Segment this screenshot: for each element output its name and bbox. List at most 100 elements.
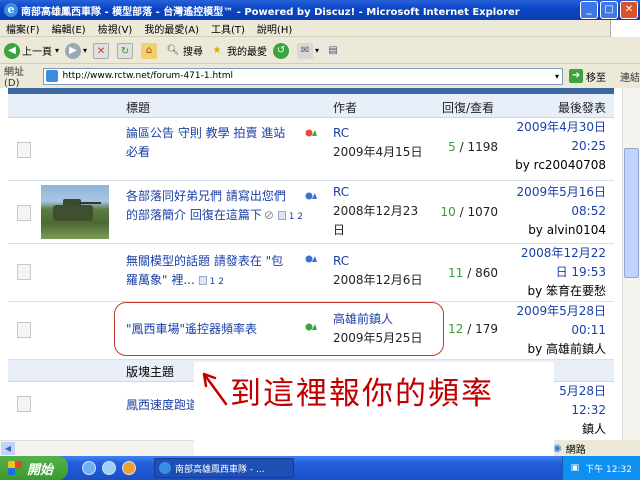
author-name-link[interactable]: RC	[333, 252, 422, 271]
toolbar: ◀ 上一頁 ▾ ▶ ▾ ✕ ↻ ⌂ 🔍︎ 搜尋 ★ 我的最愛 ↺ ✉ ▾ ▤	[0, 38, 640, 64]
search-button[interactable]: 🔍︎ 搜尋	[165, 43, 203, 59]
replies-views: 11 / 860	[428, 266, 498, 280]
page-icon	[46, 70, 59, 82]
status-zone: 網路	[565, 444, 586, 456]
thread-icon	[17, 396, 31, 412]
thread-title-line: "鳳西車場"遙控器頻率表	[126, 322, 258, 336]
forward-button[interactable]: ▶ ▾	[65, 42, 87, 59]
address-input[interactable]: http://www.rctw.net/forum-471-1.html ▾	[43, 67, 564, 85]
chevron-down-icon[interactable]: ▾	[83, 46, 87, 55]
header-replies-views: 回復/查看	[442, 101, 495, 115]
ie-quicklaunch-icon[interactable]	[82, 461, 96, 475]
reply-count: 11	[448, 266, 464, 280]
menu-tools[interactable]: 工具(T)	[211, 21, 245, 36]
last-post-by: by alvin0104	[528, 223, 606, 237]
last-post-date-link[interactable]: 2009年4月30日	[496, 118, 606, 137]
view-count: / 1198	[459, 140, 498, 154]
desktop-quicklaunch-icon[interactable]	[102, 461, 116, 475]
taskbar-window-button[interactable]: 南部高雄鳳西車隊 - ...	[154, 458, 294, 478]
thread-title-link[interactable]: 論區公告 守則 教學 拍賣 進站 必看	[126, 124, 285, 162]
menu-view[interactable]: 檢視(V)	[98, 21, 133, 36]
menu-edit[interactable]: 編輯(E)	[52, 21, 86, 36]
maximize-button[interactable]: □	[600, 1, 618, 19]
thread-title-link[interactable]: 各部落同好弟兄們 請寫出您們 的部落簡介 回復在這篇下 ⊘ 1 2	[126, 187, 303, 227]
table-header: 標題 作者 回復/查看 最後發表	[8, 94, 614, 118]
thread-author: RC 2008年12月23 日	[333, 183, 418, 240]
star-icon: ★	[212, 44, 222, 56]
last-post-time-link[interactable]: 08:52	[496, 202, 606, 221]
last-post-date-link[interactable]: 2008年12月22	[496, 244, 606, 263]
last-post-time-link[interactable]: 20:25	[496, 137, 606, 156]
mail-button[interactable]: ✉ ▾	[297, 42, 319, 59]
home-button[interactable]: ⌂	[141, 42, 159, 59]
ie-icon	[159, 462, 171, 474]
multipage-icon	[198, 276, 207, 285]
last-post-date-link[interactable]: 2009年5月16日	[496, 183, 606, 202]
print-button[interactable]: ▤	[325, 42, 343, 59]
view-count: / 1070	[459, 205, 498, 219]
scroll-left-arrow-icon[interactable]: ◀	[1, 442, 15, 455]
network-icon[interactable]: ▣	[571, 463, 580, 473]
last-post-time-link[interactable]: 日 19:53	[496, 263, 606, 282]
thread-title-line: 論區公告 守則 教學 拍賣 進站	[126, 126, 286, 140]
last-post-date-link[interactable]: 2009年5月28日	[496, 302, 606, 321]
go-arrow-icon: ➜	[569, 69, 584, 83]
stop-button[interactable]: ✕	[93, 42, 111, 59]
back-button[interactable]: ◀ 上一頁 ▾	[4, 42, 59, 59]
annotation-text: 到這裡報你的頻率	[230, 376, 494, 412]
internet-zone-icon: ◉	[553, 442, 562, 454]
history-button[interactable]: ↺	[273, 42, 291, 59]
post-date: 2009年5月25日	[333, 331, 423, 345]
last-post-time-link[interactable]: 00:11	[496, 321, 606, 340]
menu-bar: 檔案(F) 編輯(E) 檢視(V) 我的最愛(A) 工具(T) 說明(H)	[0, 20, 640, 37]
author-name-link[interactable]: 高雄前鎮人	[333, 310, 422, 329]
thread-title-link[interactable]: 鳳西速度跑道	[126, 396, 198, 415]
start-button[interactable]: 開始	[0, 456, 68, 480]
menu-file[interactable]: 檔案(F)	[6, 21, 40, 36]
vertical-scrollbar[interactable]	[622, 88, 640, 440]
thread-title-link[interactable]: 無關模型的話題 請發表在 "包 羅萬象" 裡... 1 2	[126, 252, 283, 292]
address-url: http://www.rctw.net/forum-471-1.html	[62, 71, 233, 81]
thread-title-line: 鳳西速度跑道	[126, 398, 199, 412]
go-button[interactable]: ➜ 移至	[569, 69, 606, 84]
refresh-icon: ↻	[117, 42, 134, 59]
close-button[interactable]: ✕	[620, 1, 638, 19]
chevron-down-icon[interactable]: ▾	[315, 46, 319, 55]
annotation-box: 到這裡報你的頻率	[194, 362, 554, 462]
chevron-down-icon[interactable]: ▾	[555, 72, 559, 81]
last-post-by: by 笨育在要愁	[527, 284, 606, 298]
favorites-button[interactable]: ★ 我的最愛	[209, 43, 267, 59]
page-links[interactable]: 1 2	[289, 212, 303, 222]
tank-body-shape	[53, 205, 93, 221]
stop-icon: ✕	[93, 42, 110, 59]
rating-icon	[305, 192, 317, 200]
links-button[interactable]: 連結	[620, 69, 640, 84]
window-titlebar[interactable]: e 南部高雄鳳西車隊 - 模型部落 - 台灣遙控模型™ - Powered by…	[0, 0, 640, 20]
thread-title-link[interactable]: "鳳西車場"遙控器頻率表	[126, 320, 257, 339]
last-post: 2008年12月22 日 19:53 by 笨育在要愁	[496, 244, 606, 301]
post-date: 日	[333, 223, 346, 237]
page-links[interactable]: 1 2	[210, 277, 224, 287]
post-date: 2008年12月6日	[333, 273, 423, 287]
replies-views: 10 / 1070	[428, 205, 498, 219]
scrollbar-thumb[interactable]	[624, 148, 639, 278]
thread-thumbnail-image[interactable]	[41, 185, 109, 239]
media-quicklaunch-icon[interactable]	[122, 461, 136, 475]
ie-icon: e	[4, 3, 18, 17]
author-name-link[interactable]: RC	[333, 124, 422, 143]
menu-favorites[interactable]: 我的最愛(A)	[144, 21, 199, 36]
favorites-label: 我的最愛	[227, 47, 268, 58]
chevron-down-icon[interactable]: ▾	[55, 46, 59, 55]
thread-icon	[17, 142, 31, 158]
mail-icon: ✉	[297, 42, 314, 59]
reply-count: 12	[448, 322, 464, 336]
search-icon: 🔍︎	[166, 44, 180, 56]
table-row: 無關模型的話題 請發表在 "包 羅萬象" 裡... 1 2 RC 2008年12…	[8, 244, 614, 302]
print-icon: ▤	[325, 42, 342, 59]
rating-icon	[305, 255, 317, 263]
author-name-link[interactable]: RC	[333, 183, 418, 202]
last-post-by: by rc20040708	[515, 158, 606, 172]
menu-help[interactable]: 說明(H)	[257, 21, 292, 36]
refresh-button[interactable]: ↻	[117, 42, 135, 59]
minimize-button[interactable]: _	[580, 1, 598, 19]
